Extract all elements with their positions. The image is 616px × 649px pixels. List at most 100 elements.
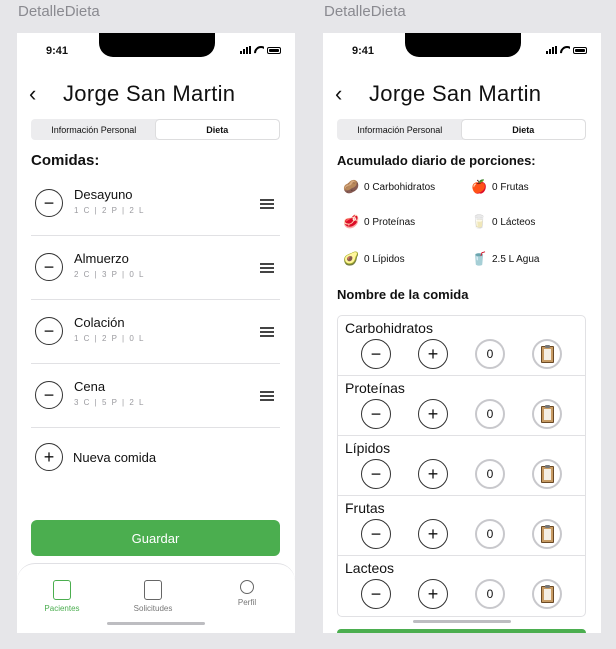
decrement-button[interactable]: −: [361, 399, 391, 429]
tab-dieta[interactable]: Dieta: [155, 120, 279, 139]
phone-meal-editor: 9:41 ‹ Jorge San Martin Información Pers…: [323, 33, 601, 633]
nav-label: Perfil: [237, 598, 257, 607]
avocado-icon: 🥑: [343, 251, 360, 266]
add-meal-button[interactable]: + Nueva comida: [35, 443, 156, 471]
increment-button[interactable]: +: [418, 459, 448, 489]
battery-icon: [573, 46, 587, 54]
portion-text: 0 Carbohidratos: [364, 181, 436, 193]
meal-portions: 1 C | 2 P | 2 L: [74, 206, 145, 215]
drag-handle-icon[interactable]: [260, 327, 274, 339]
meal-portions: 3 C | 5 P | 2 L: [74, 398, 145, 407]
decrement-button[interactable]: −: [361, 459, 391, 489]
home-indicator: [107, 622, 205, 625]
milk-glass-icon: 🥛: [471, 214, 488, 229]
portion-text: 0 Proteínas: [364, 216, 416, 228]
tab-dieta[interactable]: Dieta: [461, 120, 585, 139]
remove-meal-button[interactable]: −: [35, 253, 63, 281]
nav-item-perfil[interactable]: Perfil: [207, 580, 287, 607]
meal-portions: 1 C | 2 P | 0 L: [74, 334, 145, 343]
meal-list: − Desayuno 1 C | 2 P | 2 L − Almuerzo 2 …: [31, 172, 280, 428]
portion-proteinas: 🥩 0 Proteínas: [343, 214, 415, 230]
nutrient-name: Lípidos: [345, 440, 391, 456]
apple-icon: 🍎: [471, 179, 488, 194]
list-item[interactable]: − Almuerzo 2 C | 3 P | 0 L: [31, 236, 280, 300]
meal-name: Almuerzo: [74, 251, 129, 266]
nav-item-pacientes[interactable]: Pacientes: [22, 580, 102, 613]
accumulated-title: Acumulado diario de porciones:: [337, 153, 536, 168]
nutrient-name: Lacteos: [345, 560, 395, 576]
remove-meal-button[interactable]: −: [35, 189, 63, 217]
battery-icon: [267, 46, 281, 54]
wifi-icon: [254, 46, 264, 54]
nutrient-row-frutas: Frutas − + 0: [338, 496, 585, 556]
status-bar: 9:41: [323, 33, 601, 63]
page-header: ‹ Jorge San Martin: [335, 79, 589, 109]
remove-meal-button[interactable]: −: [35, 381, 63, 409]
nutrient-name: Carbohidratos: [345, 320, 433, 336]
nav-label: Pacientes: [44, 604, 80, 613]
portion-count: 0: [475, 519, 505, 549]
segmented-control: Información Personal Dieta: [31, 119, 280, 140]
chevron-left-icon[interactable]: ‹: [335, 81, 357, 107]
save-button[interactable]: Guardar: [31, 520, 280, 556]
clipboard-icon[interactable]: [532, 519, 562, 549]
notch: [405, 33, 521, 57]
decrement-button[interactable]: −: [361, 339, 391, 369]
clipboard-icon[interactable]: [532, 399, 562, 429]
portion-text: 0 Lácteos: [492, 216, 536, 228]
decrement-button[interactable]: −: [361, 519, 391, 549]
plus-icon: +: [35, 443, 63, 471]
portion-carbohidratos: 🥔 0 Carbohidratos: [343, 179, 435, 195]
signal-icon: [240, 46, 251, 54]
drag-handle-icon[interactable]: [260, 391, 274, 403]
nutrient-card: Carbohidratos − + 0 Proteínas − + 0 Lípi…: [337, 315, 586, 617]
decrement-button[interactable]: −: [361, 579, 391, 609]
meal-name: Colación: [74, 315, 125, 330]
save-button-partial[interactable]: [337, 629, 586, 633]
nutrient-name: Frutas: [345, 500, 385, 516]
nutrient-row-carbohidratos: Carbohidratos − + 0: [338, 316, 585, 376]
chevron-left-icon[interactable]: ‹: [29, 81, 51, 107]
list-item[interactable]: − Colación 1 C | 2 P | 0 L: [31, 300, 280, 364]
clipboard-icon[interactable]: [532, 339, 562, 369]
phone-diet-overview: 9:41 ‹ Jorge San Martin Información Pers…: [17, 33, 295, 633]
clipboard-icon[interactable]: [532, 459, 562, 489]
nutrient-row-lipidos: Lípidos − + 0: [338, 436, 585, 496]
increment-button[interactable]: +: [418, 339, 448, 369]
drag-handle-icon[interactable]: [260, 199, 274, 211]
meal-name-title: Nombre de la comida: [337, 287, 469, 302]
notch: [99, 33, 215, 57]
nav-item-solicitudes[interactable]: Solicitudes: [113, 580, 193, 613]
meal-portions: 2 C | 3 P | 0 L: [74, 270, 145, 279]
increment-button[interactable]: +: [418, 519, 448, 549]
status-time: 9:41: [352, 45, 375, 57]
section-title: Comidas:: [31, 152, 100, 169]
status-icons: [546, 46, 587, 54]
status-bar: 9:41: [17, 33, 295, 63]
meat-icon: 🥩: [343, 214, 360, 229]
inbox-icon: [144, 580, 162, 600]
increment-button[interactable]: +: [418, 579, 448, 609]
nutrient-row-lacteos: Lacteos − + 0: [338, 556, 585, 616]
nutrient-name: Proteínas: [345, 380, 405, 396]
list-item[interactable]: − Cena 3 C | 5 P | 2 L: [31, 364, 280, 428]
portion-frutas: 🍎 0 Frutas: [471, 179, 529, 195]
portion-text: 2.5 L Agua: [492, 253, 540, 265]
segmented-control: Información Personal Dieta: [337, 119, 586, 140]
tab-informacion-personal[interactable]: Información Personal: [32, 120, 156, 139]
clipboard-icon[interactable]: [532, 579, 562, 609]
wifi-icon: [560, 46, 570, 54]
frame-label: DetalleDieta: [18, 3, 100, 20]
meal-name: Cena: [74, 379, 106, 394]
list-item[interactable]: − Desayuno 1 C | 2 P | 2 L: [31, 172, 280, 236]
meal-name: Desayuno: [74, 187, 133, 202]
tab-informacion-personal[interactable]: Información Personal: [338, 120, 462, 139]
remove-meal-button[interactable]: −: [35, 317, 63, 345]
portion-count: 0: [475, 399, 505, 429]
drag-handle-icon[interactable]: [260, 263, 274, 275]
page-header: ‹ Jorge San Martin: [29, 79, 283, 109]
increment-button[interactable]: +: [418, 399, 448, 429]
water-glass-icon: 🥤: [471, 251, 488, 266]
status-time: 9:41: [46, 45, 69, 57]
portion-agua: 🥤 2.5 L Agua: [471, 251, 539, 267]
